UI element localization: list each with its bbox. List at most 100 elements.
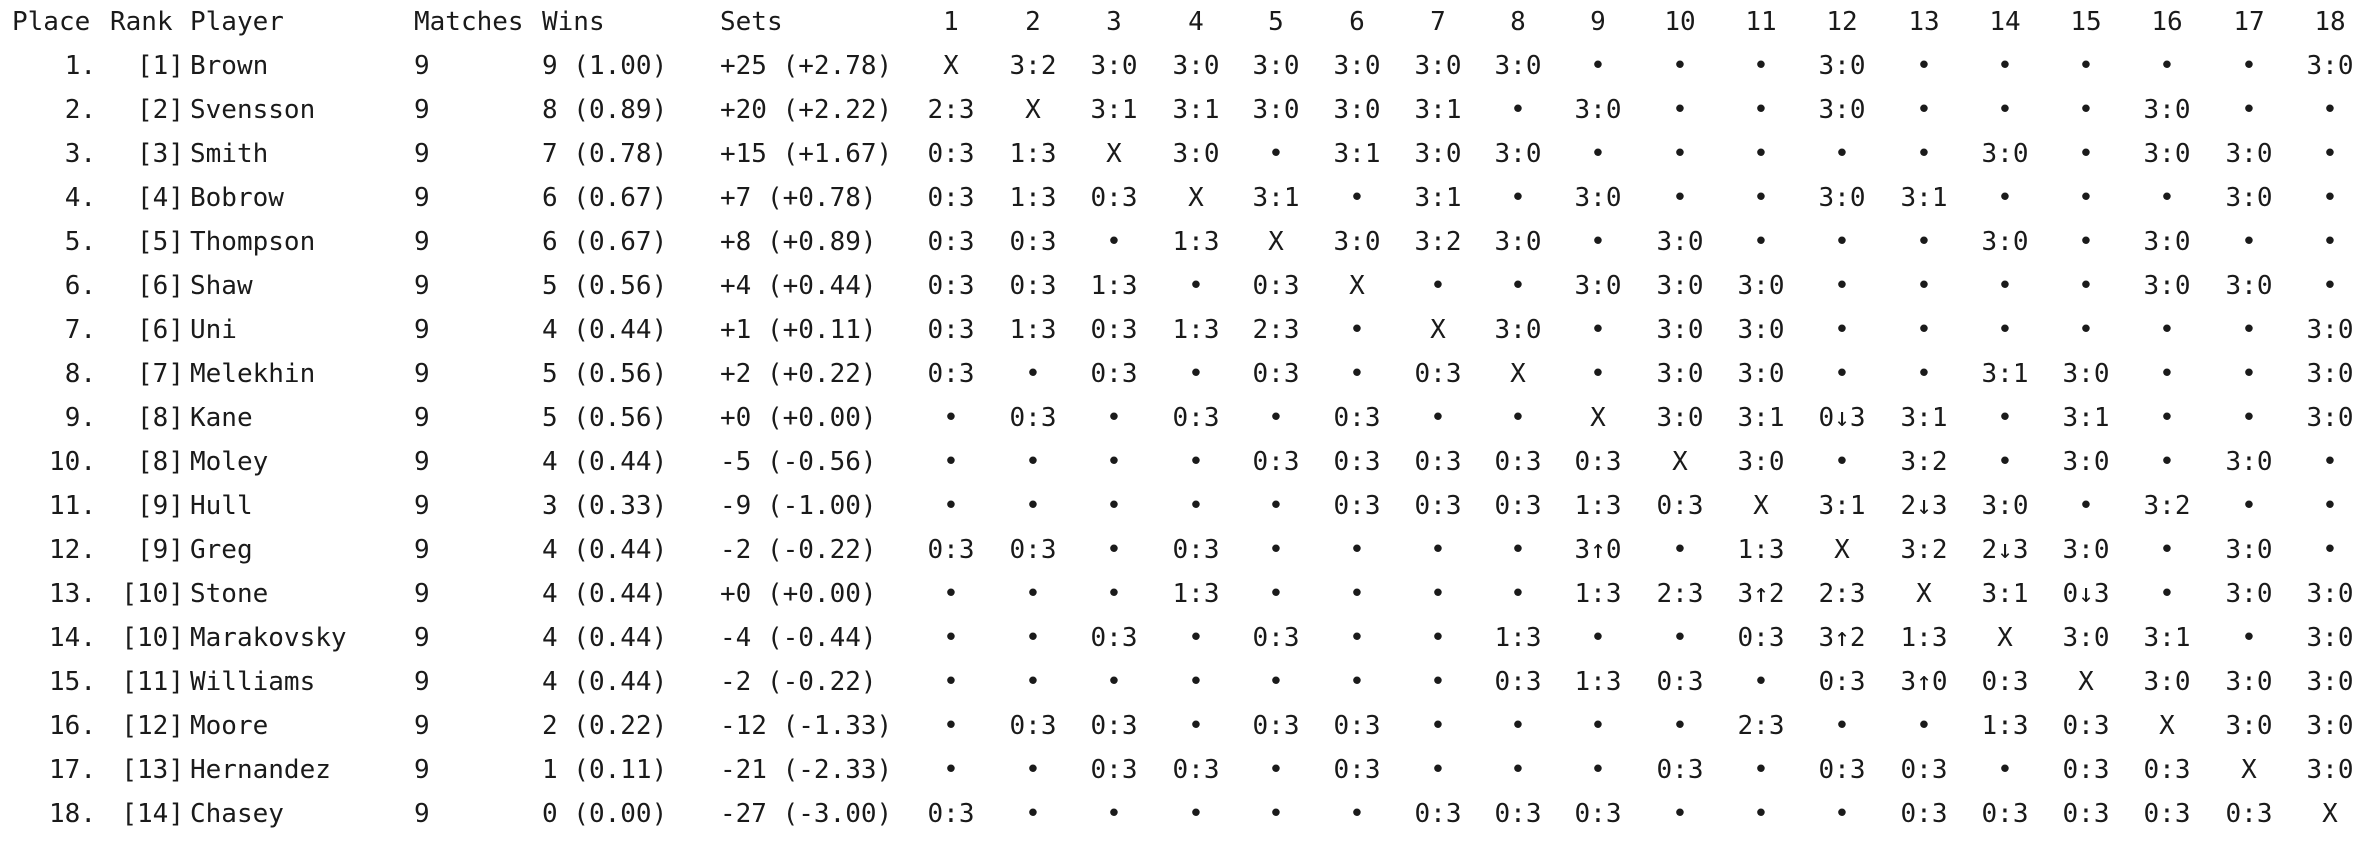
result-cell: 1:3 [1009,139,1057,169]
matches-cell: 9 [414,227,430,257]
result-cell: 0:3 [1656,755,1704,785]
result-cell: • [1510,535,1526,565]
result-cell: • [2078,183,2094,213]
result-cell: 3:0 [1333,227,1381,257]
result-cell: 3:0 [1656,227,1704,257]
result-cell: 3:0 [1981,227,2029,257]
result-cell: 3:1 [1414,95,1462,125]
result-cell: • [1430,667,1446,697]
result-cell: X [1268,227,1284,257]
player-name: Bobrow [190,183,284,213]
result-cell: 3:2 [1414,227,1462,257]
wins-cell: 6 (0.67) [542,183,668,213]
result-cell: 1:3 [1574,491,1622,521]
player-name: Moore [190,711,269,741]
result-cell: • [1268,799,1284,829]
matches-cell: 9 [414,51,430,81]
result-cell: • [1916,139,1932,169]
result-cell: 0:3 [1656,667,1704,697]
result-cell: • [1188,711,1204,741]
result-cell: 0:3 [1009,227,1057,257]
result-cell: 0:3 [1090,315,1138,345]
player-name: Hull [190,491,253,521]
table-row: 6. [6] Shaw 9 5 (0.56) +4 (+0.44) 0:3 0:3 1:3 • 0:… [0,264,2360,308]
result-cell: 3:0 [1656,403,1704,433]
result-cell: • [1268,139,1284,169]
result-cell: 0:3 [1172,755,1220,785]
result-cell: 3:0 [1252,51,1300,81]
result-cell: • [2159,403,2175,433]
player-name: Brown [190,51,269,81]
place-cell: 13. [49,579,96,609]
result-cell: 0:3 [1090,623,1138,653]
result-cell: 3:0 [1818,51,1866,81]
result-cell: • [1590,711,1606,741]
result-cell: 0:3 [1981,799,2029,829]
result-cell: 0:3 [1333,447,1381,477]
wins-cell: 5 (0.56) [542,271,668,301]
result-cell: 0:3 [2062,799,2110,829]
result-cell: • [1997,403,2013,433]
table-row: 14. [10] Marakovsky 9 4 (0.44) -4 (-0.44) • • 0:… [0,616,2360,660]
result-cell: 0↓3 [1818,403,1866,433]
result-cell: • [1672,51,1688,81]
result-cell: 0:3 [1656,491,1704,521]
result-cell: 1:3 [1172,315,1220,345]
standings-table: Place Rank Player Matches Wins Sets 1 2 3 4 5 6 7 8 9 1… [0,0,2360,842]
result-cell: • [1349,799,1365,829]
result-cell: 3:1 [1414,183,1462,213]
result-cell: 0:3 [1333,491,1381,521]
rank-cell: [7] [137,359,184,389]
result-cell: • [1188,359,1204,389]
result-cell: • [1106,227,1122,257]
result-cell: • [1188,447,1204,477]
matches-cell: 9 [414,359,430,389]
place-cell: 10. [49,447,96,477]
result-cell: 3:0 [2306,711,2354,741]
result-cell: X [1349,271,1365,301]
player-name: Thompson [190,227,316,257]
player-name: Smith [190,139,269,169]
result-cell: • [2241,227,2257,257]
result-cell: • [1590,623,1606,653]
result-cell: • [943,403,959,433]
place-cell: 7. [64,315,96,345]
result-cell: • [2078,315,2094,345]
result-cell: 2:3 [927,95,975,125]
result-cell: • [1349,667,1365,697]
result-cell: • [1916,95,1932,125]
result-cell: 0:3 [1090,755,1138,785]
result-cell: 0:3 [1574,799,1622,829]
result-cell: • [1106,579,1122,609]
result-cell: • [1753,799,1769,829]
result-cell: • [1106,447,1122,477]
result-cell: 0:3 [1981,667,2029,697]
result-cell: 3:0 [1172,139,1220,169]
wins-cell: 4 (0.44) [542,667,668,697]
result-cell: 0:3 [1900,799,1948,829]
result-cell: 3:0 [2143,95,2191,125]
result-cell: 0:3 [927,271,975,301]
place-cell: 4. [64,183,96,213]
result-cell: • [1997,447,2013,477]
rank-cell: [6] [137,271,184,301]
result-cell: 3:0 [1737,315,1785,345]
header-round-2: 2 [1025,7,1041,37]
place-cell: 12. [49,535,96,565]
table-row: 15. [11] Williams 9 4 (0.44) -2 (-0.22) • • • • • •… [0,660,2360,704]
result-cell: X [1916,579,1932,609]
player-name: Williams [190,667,316,697]
result-cell: 3:0 [2225,139,2273,169]
wins-cell: 8 (0.89) [542,95,668,125]
result-cell: • [2078,227,2094,257]
player-name: Greg [190,535,253,565]
header-round-1: 1 [943,7,959,37]
result-cell: 0:3 [1009,711,1057,741]
result-cell: X [1997,623,2013,653]
sets-cell: -27 (-3.00) [720,799,893,829]
matches-cell: 9 [414,403,430,433]
result-cell: 3:0 [2306,755,2354,785]
result-cell: • [2159,359,2175,389]
rank-cell: [1] [137,51,184,81]
result-cell: • [2078,491,2094,521]
